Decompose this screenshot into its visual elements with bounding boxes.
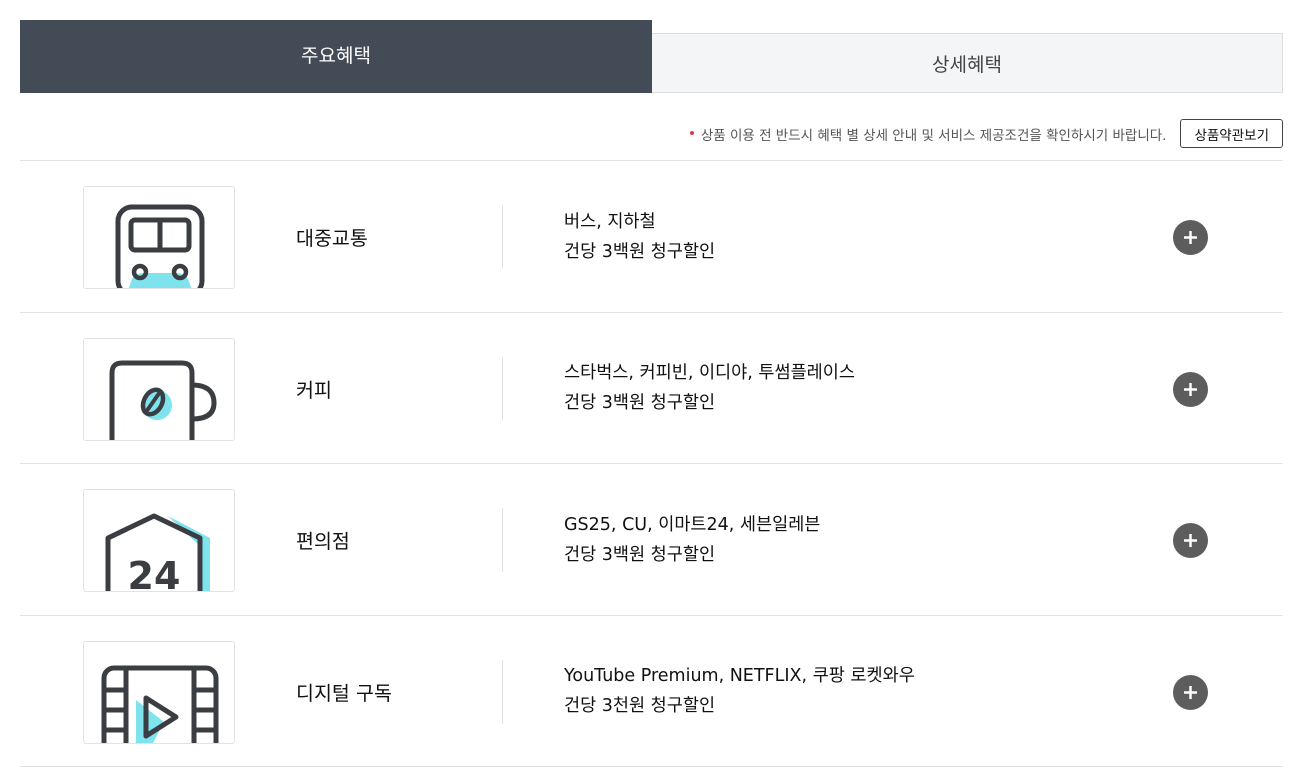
benefit-merchants: YouTube Premium, NETFLIX, 쿠팡 로켓와우 (564, 666, 915, 686)
plus-icon (1184, 685, 1197, 699)
divider (502, 508, 503, 572)
expand-button[interactable] (1173, 371, 1208, 407)
benefit-row-coffee: 커피 스타벅스, 커피빈, 이디야, 투썸플레이스 건당 3백원 청구할인 (20, 313, 1283, 464)
benefit-discount: 건당 3천원 청구할인 (564, 696, 716, 716)
convenience-store-24-icon: 24 (83, 489, 235, 592)
benefit-row-transport: 대중교통 버스, 지하철 건당 3백원 청구할인 (20, 161, 1283, 313)
plus-icon (1184, 382, 1197, 396)
benefit-discount: 건당 3백원 청구할인 (564, 241, 716, 262)
benefit-description: YouTube Premium, NETFLIX, 쿠팡 로켓와우 건당 3천원… (564, 616, 915, 767)
tab-main-benefits[interactable]: 주요혜택 (20, 20, 652, 93)
expand-button[interactable] (1173, 523, 1208, 558)
bullet-dot-icon (689, 130, 694, 135)
expand-button[interactable] (1173, 674, 1208, 710)
benefit-description: 버스, 지하철 건당 3백원 청구할인 (564, 161, 715, 312)
benefit-merchants: 스타벅스, 커피빈, 이디야, 투썸플레이스 (564, 363, 855, 383)
coffee-cup-icon (83, 337, 235, 441)
benefit-discount: 건당 3백원 청구할인 (564, 393, 716, 413)
divider (502, 205, 503, 269)
tab-detail-benefits[interactable]: 상세혜택 (652, 33, 1283, 93)
benefit-category: 편의점 (296, 530, 350, 553)
benefit-description: 스타벅스, 커피빈, 이디야, 투썸플레이스 건당 3백원 청구할인 (564, 313, 855, 464)
benefit-category: 디지털 구독 (296, 681, 392, 705)
divider (502, 659, 503, 724)
expand-button[interactable] (1173, 220, 1208, 255)
notice-message: 상품 이용 전 반드시 혜택 별 상세 안내 및 서비스 제공조건을 확인하시기… (689, 124, 1167, 144)
plus-icon (1184, 534, 1197, 547)
divider (502, 356, 503, 421)
plus-icon (1184, 231, 1197, 244)
benefit-list: 대중교통 버스, 지하철 건당 3백원 청구할인 커피 스타벅스, 커피빈, 이… (20, 160, 1283, 767)
svg-text:24: 24 (128, 554, 181, 592)
benefit-category: 대중교통 (296, 227, 368, 250)
notice-text: 상품 이용 전 반드시 혜택 별 상세 안내 및 서비스 제공조건을 확인하시기… (700, 127, 1167, 144)
terms-view-button[interactable]: 상품약관보기 (1180, 119, 1283, 148)
benefit-category: 커피 (296, 378, 332, 402)
benefit-discount: 건당 3백원 청구할인 (564, 544, 716, 565)
benefit-description: GS25, CU, 이마트24, 세븐일레븐 건당 3백원 청구할인 (564, 464, 820, 615)
video-play-icon (83, 640, 235, 744)
notice-bar: 상품 이용 전 반드시 혜택 별 상세 안내 및 서비스 제공조건을 확인하시기… (689, 119, 1283, 148)
benefit-row-convenience-store: 24 편의점 GS25, CU, 이마트24, 세븐일레븐 건당 3백원 청구할… (20, 464, 1283, 616)
benefit-merchants: 버스, 지하철 (564, 211, 656, 232)
benefit-row-digital-subscription: 디지털 구독 YouTube Premium, NETFLIX, 쿠팡 로켓와우… (20, 616, 1283, 767)
subway-icon (83, 186, 235, 289)
benefit-merchants: GS25, CU, 이마트24, 세븐일레븐 (564, 514, 821, 535)
benefit-tabs: 주요혜택 상세혜택 (20, 20, 1283, 93)
